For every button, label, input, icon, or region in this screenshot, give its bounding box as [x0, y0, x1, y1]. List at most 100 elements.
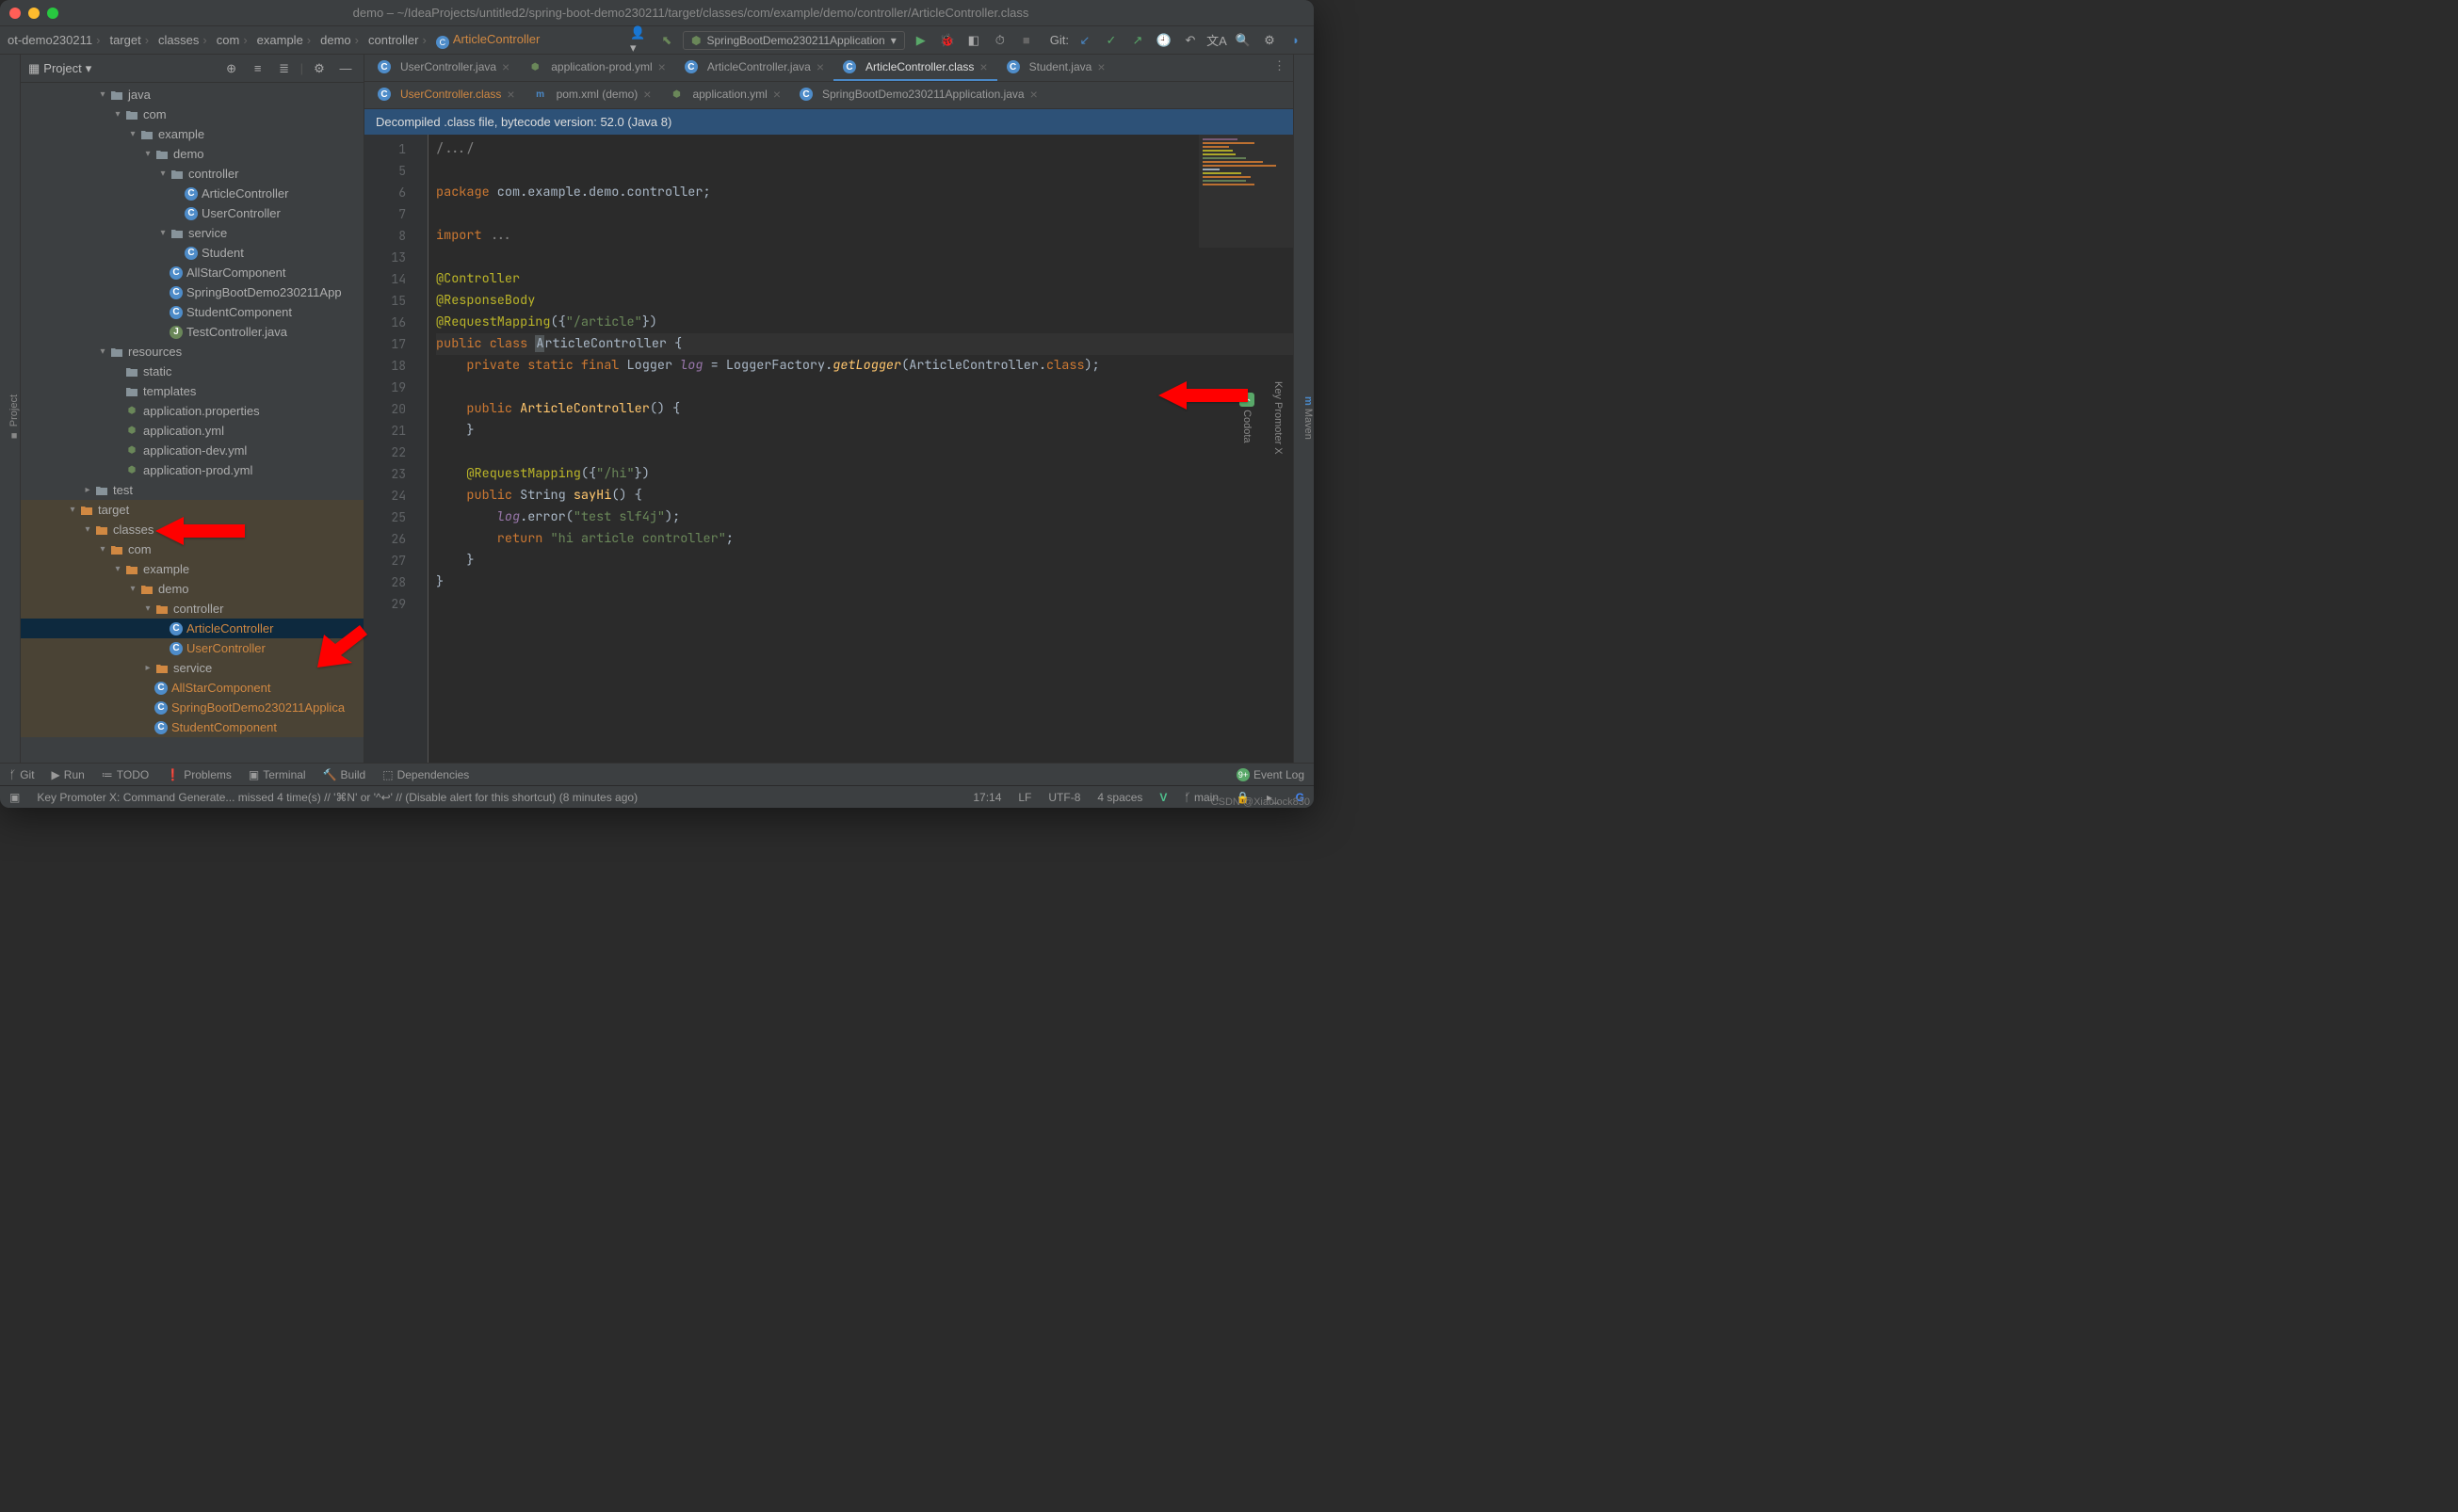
tree-item[interactable]: ▸test	[21, 480, 364, 500]
vcs-push-icon[interactable]: ↗	[1127, 30, 1148, 51]
translate-icon[interactable]: 文A	[1206, 30, 1227, 51]
breadcrumb[interactable]: demo	[320, 33, 363, 47]
close-icon[interactable]	[9, 8, 21, 19]
tool-maven[interactable]: m Maven	[1302, 389, 1314, 447]
chevron-icon[interactable]: ▾	[96, 346, 109, 357]
search-icon[interactable]: 🔍	[1233, 30, 1253, 51]
tool-todo[interactable]: ≔ TODO	[102, 768, 149, 781]
breadcrumb[interactable]: classes	[158, 33, 211, 47]
close-tab-icon[interactable]: ×	[773, 87, 781, 102]
undo-icon[interactable]: ↶	[1180, 30, 1201, 51]
tree-item[interactable]: ▾controller	[21, 599, 364, 619]
status-line-sep[interactable]: LF	[1018, 791, 1031, 804]
tree-item[interactable]: CArticleController	[21, 619, 364, 638]
editor-tab[interactable]: CSpringBootDemo230211Application.java×	[790, 82, 1047, 108]
tree-item[interactable]: ▾target	[21, 500, 364, 520]
close-tab-icon[interactable]: ×	[502, 59, 509, 74]
tree-item[interactable]: ▾example	[21, 559, 364, 579]
chevron-icon[interactable]: ▾	[141, 149, 154, 159]
status-v-icon[interactable]: V	[1159, 791, 1167, 804]
editor-tab[interactable]: CArticleController.class×	[833, 55, 997, 81]
tree-item[interactable]: ⬢application.properties	[21, 401, 364, 421]
collapse-icon[interactable]: ≣	[274, 58, 295, 79]
breadcrumb[interactable]: CArticleController	[436, 32, 540, 49]
run-button[interactable]: ▶	[911, 30, 931, 51]
breadcrumb[interactable]: example	[257, 33, 315, 47]
run-config-selector[interactable]: ⬢ SpringBootDemo230211Application ▾	[683, 31, 905, 50]
minimize-icon[interactable]	[28, 8, 40, 19]
tool-terminal[interactable]: ▣ Terminal	[249, 768, 306, 781]
tool-key-promoter[interactable]: Key Promoter X	[1272, 374, 1284, 462]
tree-item[interactable]: ▸service	[21, 658, 364, 678]
tool-git[interactable]: ᚶ Git	[9, 768, 35, 781]
user-icon[interactable]: 👤▾	[630, 30, 651, 51]
chevron-icon[interactable]: ▾	[141, 603, 154, 614]
chevron-icon[interactable]: ▸	[81, 485, 94, 495]
close-tab-icon[interactable]: ×	[1030, 87, 1038, 102]
tree-item[interactable]: ▾java	[21, 85, 364, 105]
expand-icon[interactable]: ≡	[248, 58, 268, 79]
tree-item[interactable]: CAllStarComponent	[21, 678, 364, 698]
chevron-icon[interactable]: ▾	[81, 524, 94, 535]
tree-item[interactable]: ▾classes	[21, 520, 364, 539]
tree-item[interactable]: CArticleController	[21, 184, 364, 203]
editor-tab[interactable]: ⬢application-prod.yml×	[519, 55, 675, 81]
tree-item[interactable]: ▾com	[21, 105, 364, 124]
tree-item[interactable]: CSpringBootDemo230211App	[21, 282, 364, 302]
editor-tab[interactable]: CArticleController.java×	[675, 55, 833, 81]
gear-icon[interactable]: ⚙	[309, 58, 330, 79]
code-editor[interactable]: /.../ package com.example.demo.controlle…	[429, 135, 1293, 763]
close-tab-icon[interactable]: ×	[643, 87, 651, 102]
tree-item[interactable]: ▾example	[21, 124, 364, 144]
run-coverage-button[interactable]: ◧	[963, 30, 984, 51]
breadcrumb[interactable]: com	[217, 33, 251, 47]
stop-button[interactable]: ■	[1016, 30, 1037, 51]
plugin-icon[interactable]: ◗	[1286, 30, 1306, 51]
editor-tab[interactable]: CUserController.class×	[368, 82, 525, 108]
chevron-icon[interactable]: ▾	[96, 89, 109, 100]
tree-item[interactable]: CUserController	[21, 638, 364, 658]
debug-button[interactable]: 🐞	[937, 30, 958, 51]
tree-item[interactable]: ▾resources	[21, 342, 364, 362]
chevron-icon[interactable]: ▸	[141, 663, 154, 673]
tree-item[interactable]: ⬢application-prod.yml	[21, 460, 364, 480]
project-tree[interactable]: ▾java▾com▾example▾demo▾controllerCArticl…	[21, 83, 364, 763]
breadcrumb[interactable]: ot-demo230211	[8, 33, 104, 47]
close-tab-icon[interactable]: ×	[1097, 59, 1105, 74]
tool-problems[interactable]: ❗ Problems	[166, 768, 232, 781]
chevron-icon[interactable]: ▾	[156, 228, 170, 238]
close-tab-icon[interactable]: ×	[507, 87, 514, 102]
tool-codota[interactable]: ⌁ Codota	[1241, 385, 1253, 451]
vcs-update-icon[interactable]: ↙	[1075, 30, 1095, 51]
profile-button[interactable]: ⏱	[990, 30, 1011, 51]
vcs-history-icon[interactable]: 🕘	[1154, 30, 1174, 51]
close-tab-icon[interactable]: ×	[979, 59, 987, 74]
tree-item[interactable]: ▾demo	[21, 579, 364, 599]
status-encoding[interactable]: UTF-8	[1048, 791, 1080, 804]
tool-window-icon[interactable]: ▣	[9, 791, 20, 804]
tree-item[interactable]: CUserController	[21, 203, 364, 223]
editor-tab[interactable]: ⬢application.yml×	[660, 82, 790, 108]
close-tab-icon[interactable]: ×	[658, 59, 666, 74]
tree-item[interactable]: CStudentComponent	[21, 302, 364, 322]
event-log[interactable]: 9+ Event Log	[1237, 768, 1304, 781]
hide-icon[interactable]: —	[335, 58, 356, 79]
close-tab-icon[interactable]: ×	[817, 59, 824, 74]
chevron-icon[interactable]: ▾	[156, 169, 170, 179]
breadcrumb[interactable]: controller	[368, 33, 430, 47]
tree-item[interactable]: ▾service	[21, 223, 364, 243]
status-indent[interactable]: 4 spaces	[1097, 791, 1142, 804]
tool-dependencies[interactable]: ⬚ Dependencies	[382, 768, 469, 781]
chevron-icon[interactable]: ▾	[126, 584, 139, 594]
locate-icon[interactable]: ⊕	[221, 58, 242, 79]
chevron-icon[interactable]: ▾	[126, 129, 139, 139]
tree-item[interactable]: ⬢application-dev.yml	[21, 441, 364, 460]
chevron-icon[interactable]: ▾	[96, 544, 109, 555]
editor-tab[interactable]: CUserController.java×	[368, 55, 519, 81]
breadcrumb[interactable]: target	[109, 33, 153, 47]
tree-item[interactable]: CStudentComponent	[21, 717, 364, 737]
tree-item[interactable]: static	[21, 362, 364, 381]
tree-item[interactable]: ⬢application.yml	[21, 421, 364, 441]
fold-gutter[interactable]	[415, 135, 429, 763]
tree-item[interactable]: templates	[21, 381, 364, 401]
